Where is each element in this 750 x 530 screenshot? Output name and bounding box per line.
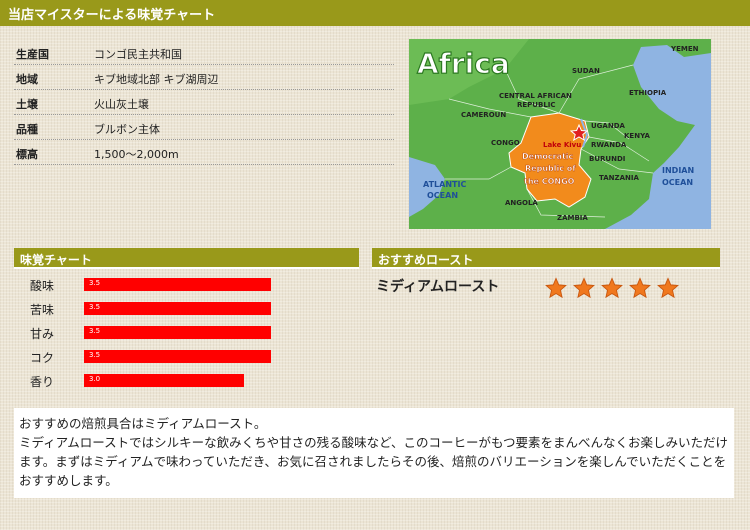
header-underline (14, 267, 359, 269)
title-bar: 当店マイスターによる味覚チャート (0, 0, 750, 26)
map-label-car-1: CENTRAL AFRICAN (499, 92, 572, 100)
taste-row-acidity: 酸味 3.5 (14, 274, 354, 298)
spec-value: ブルボン主体 (94, 123, 160, 136)
map-label-atlantic-1: ATLANTIC (423, 180, 466, 189)
taste-chart-title: 味覚チャート (20, 253, 92, 267)
spec-row-altitude: 標高 1,500〜2,000m (14, 140, 394, 165)
map-label-rwanda: RWANDA (591, 141, 627, 149)
map-label-drc-3: the CONGO (524, 177, 575, 186)
star-icon (601, 277, 623, 299)
taste-label: 苦味 (30, 303, 55, 317)
map-label-congo: CONGO (491, 139, 520, 147)
map-label-kenya: KENYA (624, 132, 650, 140)
spec-label: 土壌 (16, 98, 38, 111)
map-label-drc-1: Democratic (522, 152, 574, 161)
map-label-indian-1: INDIAN (662, 166, 694, 175)
taste-bar-value: 3.0 (89, 375, 101, 383)
taste-bar (84, 374, 244, 387)
map-label-cameroun: CAMEROUN (461, 111, 506, 119)
taste-bar-value: 3.5 (89, 279, 101, 287)
map-label-sudan: SUDAN (572, 67, 600, 75)
map-label-car-2: REPUBLIC (517, 101, 556, 109)
roast-description: おすすめの焙煎具合はミディアムロースト。 ミディアムローストではシルキーな飲みく… (14, 408, 734, 498)
map-label-lake-kivu: Lake Kivu (543, 141, 581, 149)
description-text: おすすめの焙煎具合はミディアムロースト。 ミディアムローストではシルキーな飲みく… (19, 416, 729, 488)
roast-header: おすすめロースト (372, 248, 720, 269)
taste-label: 甘み (30, 327, 55, 341)
header-underline (372, 267, 720, 269)
spec-value: 火山灰土壌 (94, 98, 149, 111)
map-label-drc-2: Republic of (525, 164, 576, 173)
spec-table: 生産国 コンゴ民主共和国 地域 キブ地域北部 キブ湖周辺 土壌 火山灰土壌 品種… (14, 40, 394, 165)
taste-bar (84, 326, 271, 339)
map-label-zambia: ZAMBIA (557, 214, 588, 222)
taste-label: 香り (30, 375, 55, 389)
spec-row-region: 地域 キブ地域北部 キブ湖周辺 (14, 65, 394, 90)
spec-label: 生産国 (16, 48, 49, 61)
taste-bar (84, 278, 271, 291)
roast-rating (545, 277, 685, 301)
taste-bar (84, 350, 271, 363)
map-label-atlantic-2: OCEAN (427, 191, 458, 200)
map-label-uganda: UGANDA (591, 122, 626, 130)
map-label-angola: ANGOLA (505, 199, 538, 207)
star-icon (545, 277, 567, 299)
africa-map: Africa YEMEN SUDAN ETHIOPIA CENTRAL AFRI… (409, 39, 711, 229)
spec-row-soil: 土壌 火山灰土壌 (14, 90, 394, 115)
roast-title: おすすめロースト (378, 253, 474, 267)
taste-label: コク (30, 351, 55, 365)
map-label-indian-2: OCEAN (662, 178, 693, 187)
page-title: 当店マイスターによる味覚チャート (8, 8, 216, 23)
map-label-burundi: BURUNDI (589, 155, 625, 163)
spec-label: 品種 (16, 123, 38, 136)
taste-row-aroma: 香り 3.0 (14, 370, 354, 394)
taste-row-body: コク 3.5 (14, 346, 354, 370)
spec-label: 標高 (16, 148, 38, 161)
taste-label: 酸味 (30, 279, 55, 293)
map-label-tanzania: TANZANIA (599, 174, 639, 182)
star-icon (629, 277, 651, 299)
spec-row-variety: 品種 ブルボン主体 (14, 115, 394, 140)
taste-bar-value: 3.5 (89, 351, 101, 359)
africa-map-image: Africa YEMEN SUDAN ETHIOPIA CENTRAL AFRI… (409, 39, 711, 229)
roast-name: ミディアムロースト (376, 279, 500, 295)
taste-row-sweetness: 甘み 3.5 (14, 322, 354, 346)
star-icon (657, 277, 679, 299)
spec-label: 地域 (16, 73, 38, 86)
map-label-yemen: YEMEN (670, 45, 699, 53)
spec-value: キブ地域北部 キブ湖周辺 (94, 73, 219, 86)
taste-bar-value: 3.5 (89, 327, 101, 335)
taste-bar (84, 302, 271, 315)
map-title: Africa (417, 47, 510, 80)
spec-value: 1,500〜2,000m (94, 148, 179, 161)
taste-row-bitterness: 苦味 3.5 (14, 298, 354, 322)
spec-value: コンゴ民主共和国 (94, 48, 182, 61)
map-label-ethiopia: ETHIOPIA (629, 89, 667, 97)
taste-chart-header: 味覚チャート (14, 248, 359, 269)
taste-bar-value: 3.5 (89, 303, 101, 311)
spec-row-country: 生産国 コンゴ民主共和国 (14, 40, 394, 65)
star-icon (573, 277, 595, 299)
